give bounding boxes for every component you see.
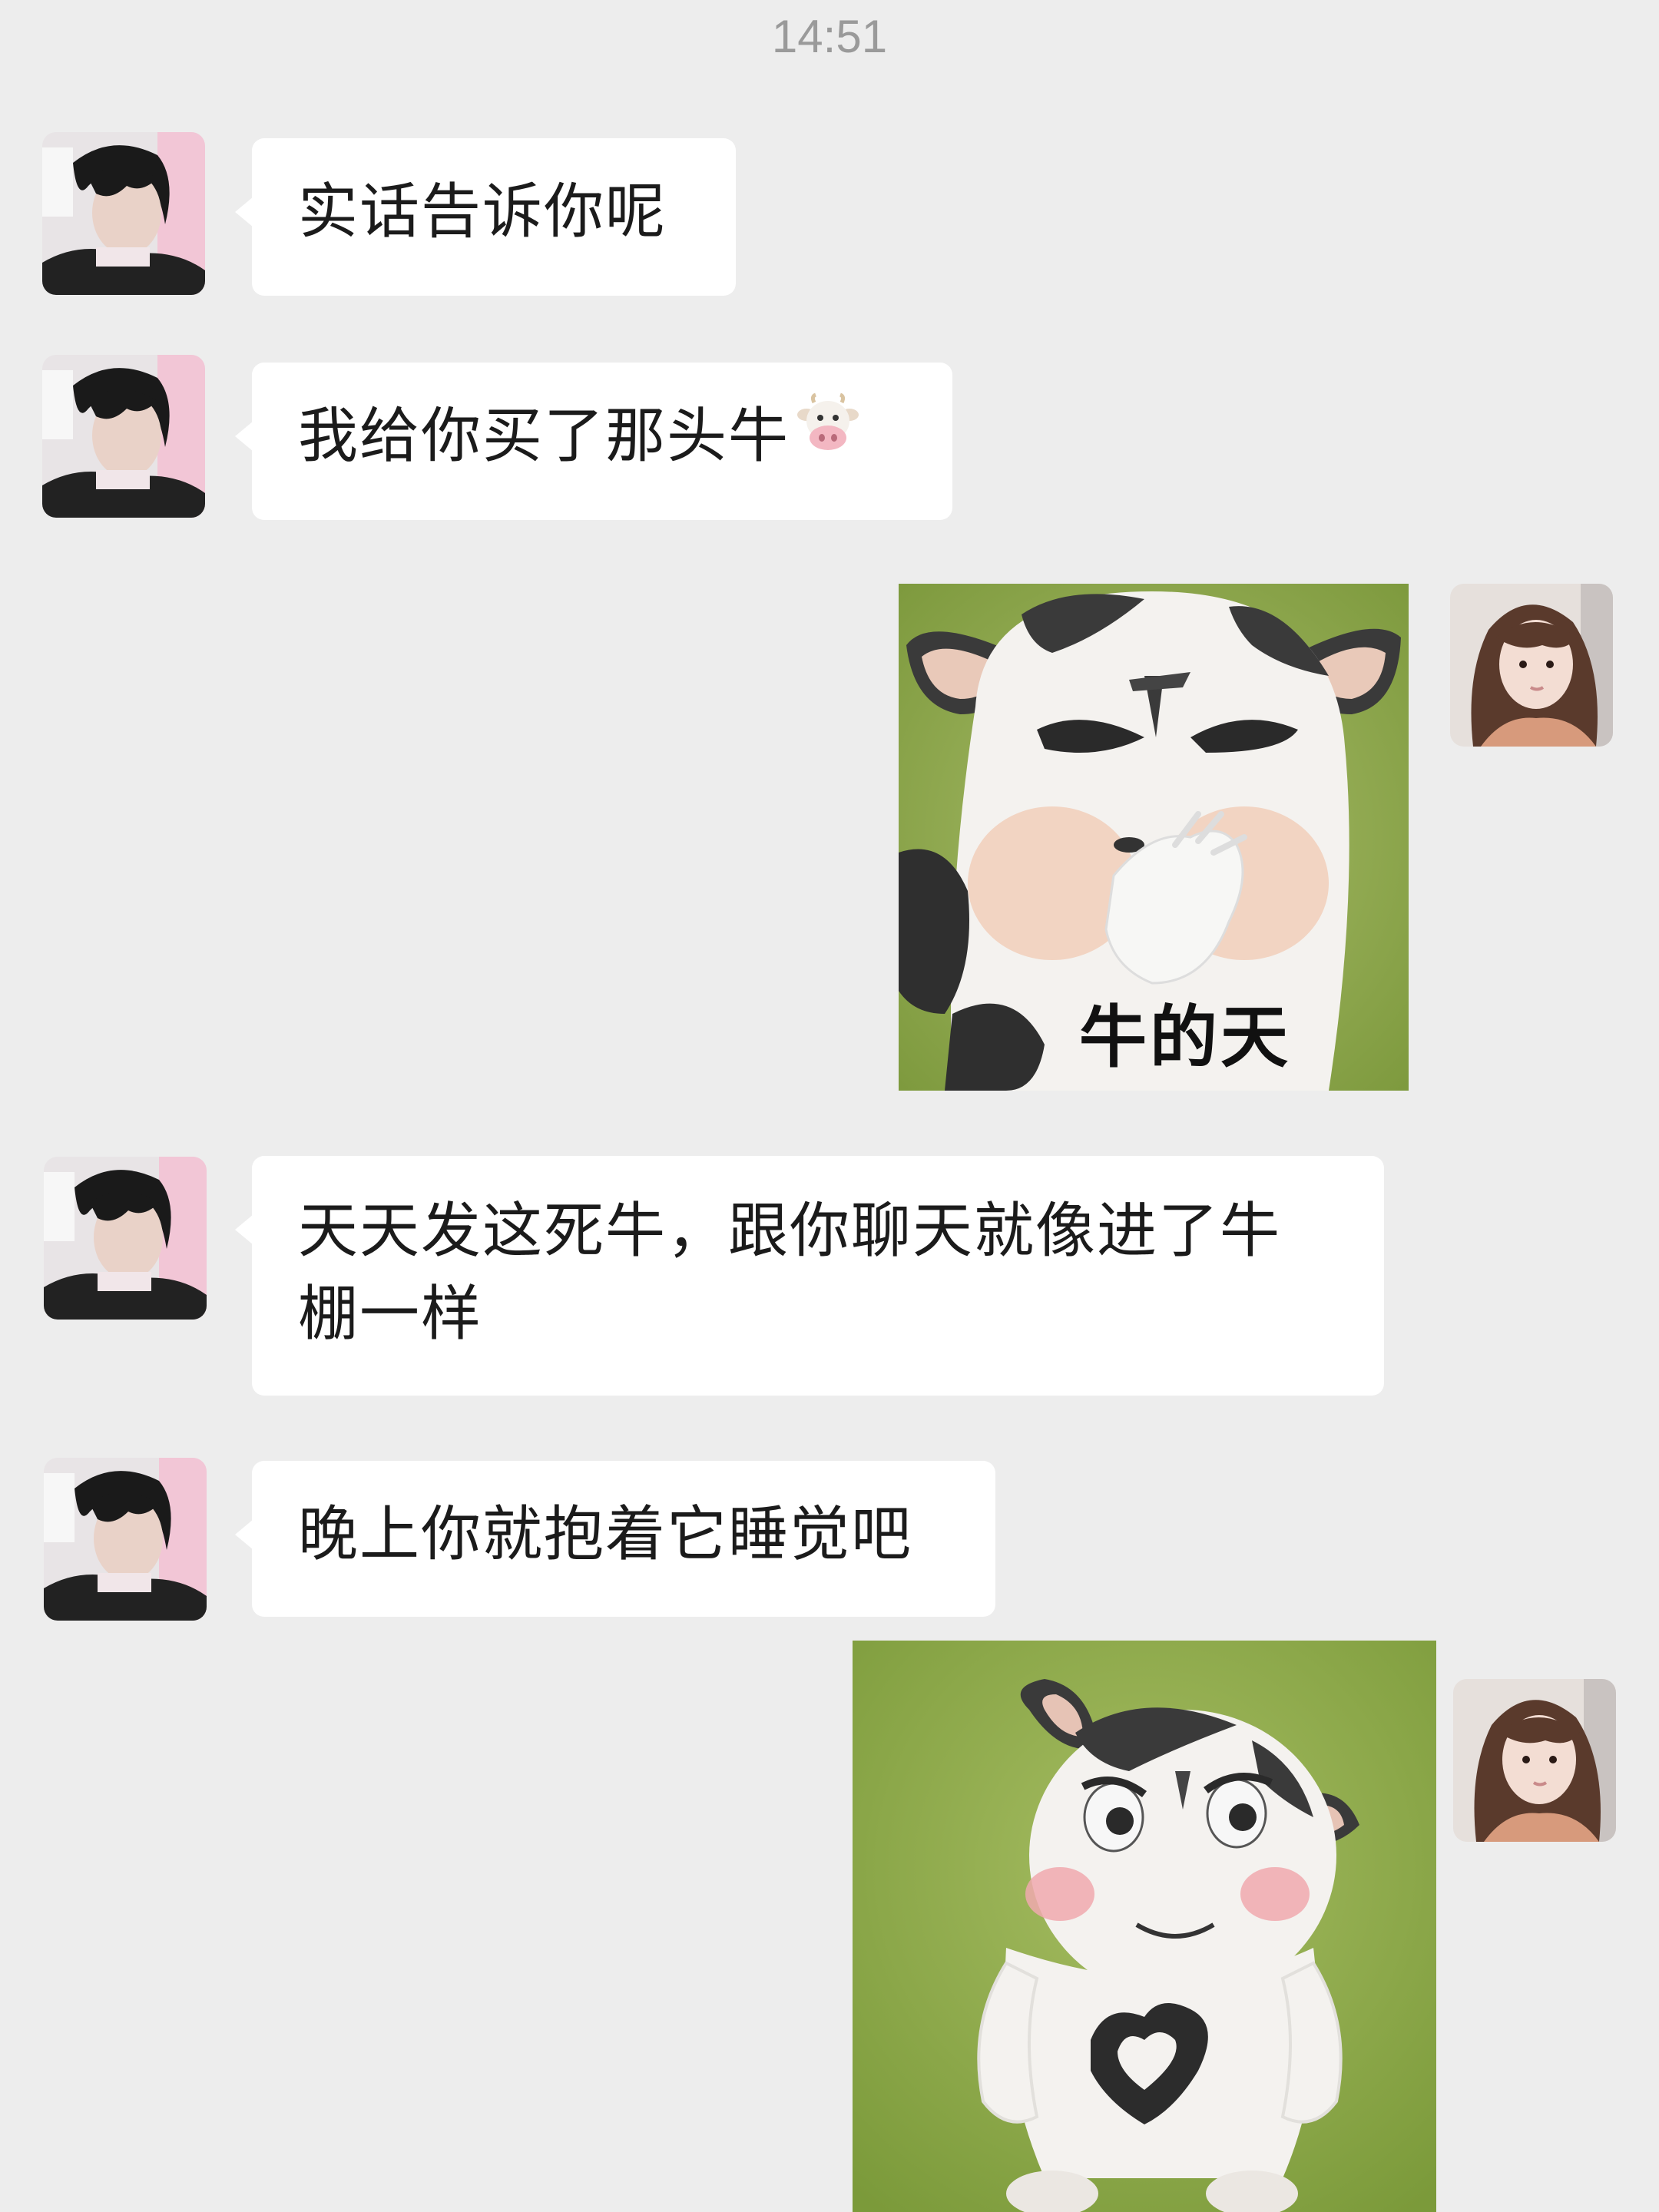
- message-text: 晚上你就抱着它睡觉吧: [298, 1500, 913, 1569]
- message-text: 实话告诉你呢: [298, 177, 667, 247]
- contact-avatar[interactable]: [42, 132, 205, 295]
- incoming-message-bubble[interactable]: 天天发这死牛，跟你聊天就像进了牛棚一样: [235, 1156, 1384, 1396]
- contact-avatar[interactable]: [44, 1157, 207, 1320]
- sticker-image[interactable]: [853, 1641, 1436, 2212]
- message-text: 天天发这死牛，跟你聊天就像进了牛棚一样: [298, 1197, 1282, 1349]
- message-text: 我给你买了那头牛: [298, 402, 790, 471]
- cow-face-emoji-icon: [796, 392, 860, 478]
- incoming-message-bubble[interactable]: 我给你买了那头牛: [235, 363, 952, 520]
- contact-avatar[interactable]: [42, 355, 205, 518]
- incoming-message-bubble[interactable]: 实话告诉你呢: [235, 138, 736, 296]
- sticker-caption: 牛的天: [1079, 998, 1292, 1077]
- my-avatar[interactable]: [1450, 584, 1613, 747]
- incoming-message-bubble[interactable]: 晚上你就抱着它睡觉吧: [235, 1461, 995, 1617]
- my-avatar[interactable]: [1453, 1679, 1616, 1842]
- sticker-image[interactable]: 牛的天: [899, 584, 1409, 1091]
- chat-screen: 14:51 实话告诉你呢 我给你买了那头牛 牛的天 天天发这死牛，跟你聊天就像进…: [0, 0, 1659, 2212]
- message-timestamp: 14:51: [771, 11, 888, 62]
- contact-avatar[interactable]: [44, 1458, 207, 1621]
